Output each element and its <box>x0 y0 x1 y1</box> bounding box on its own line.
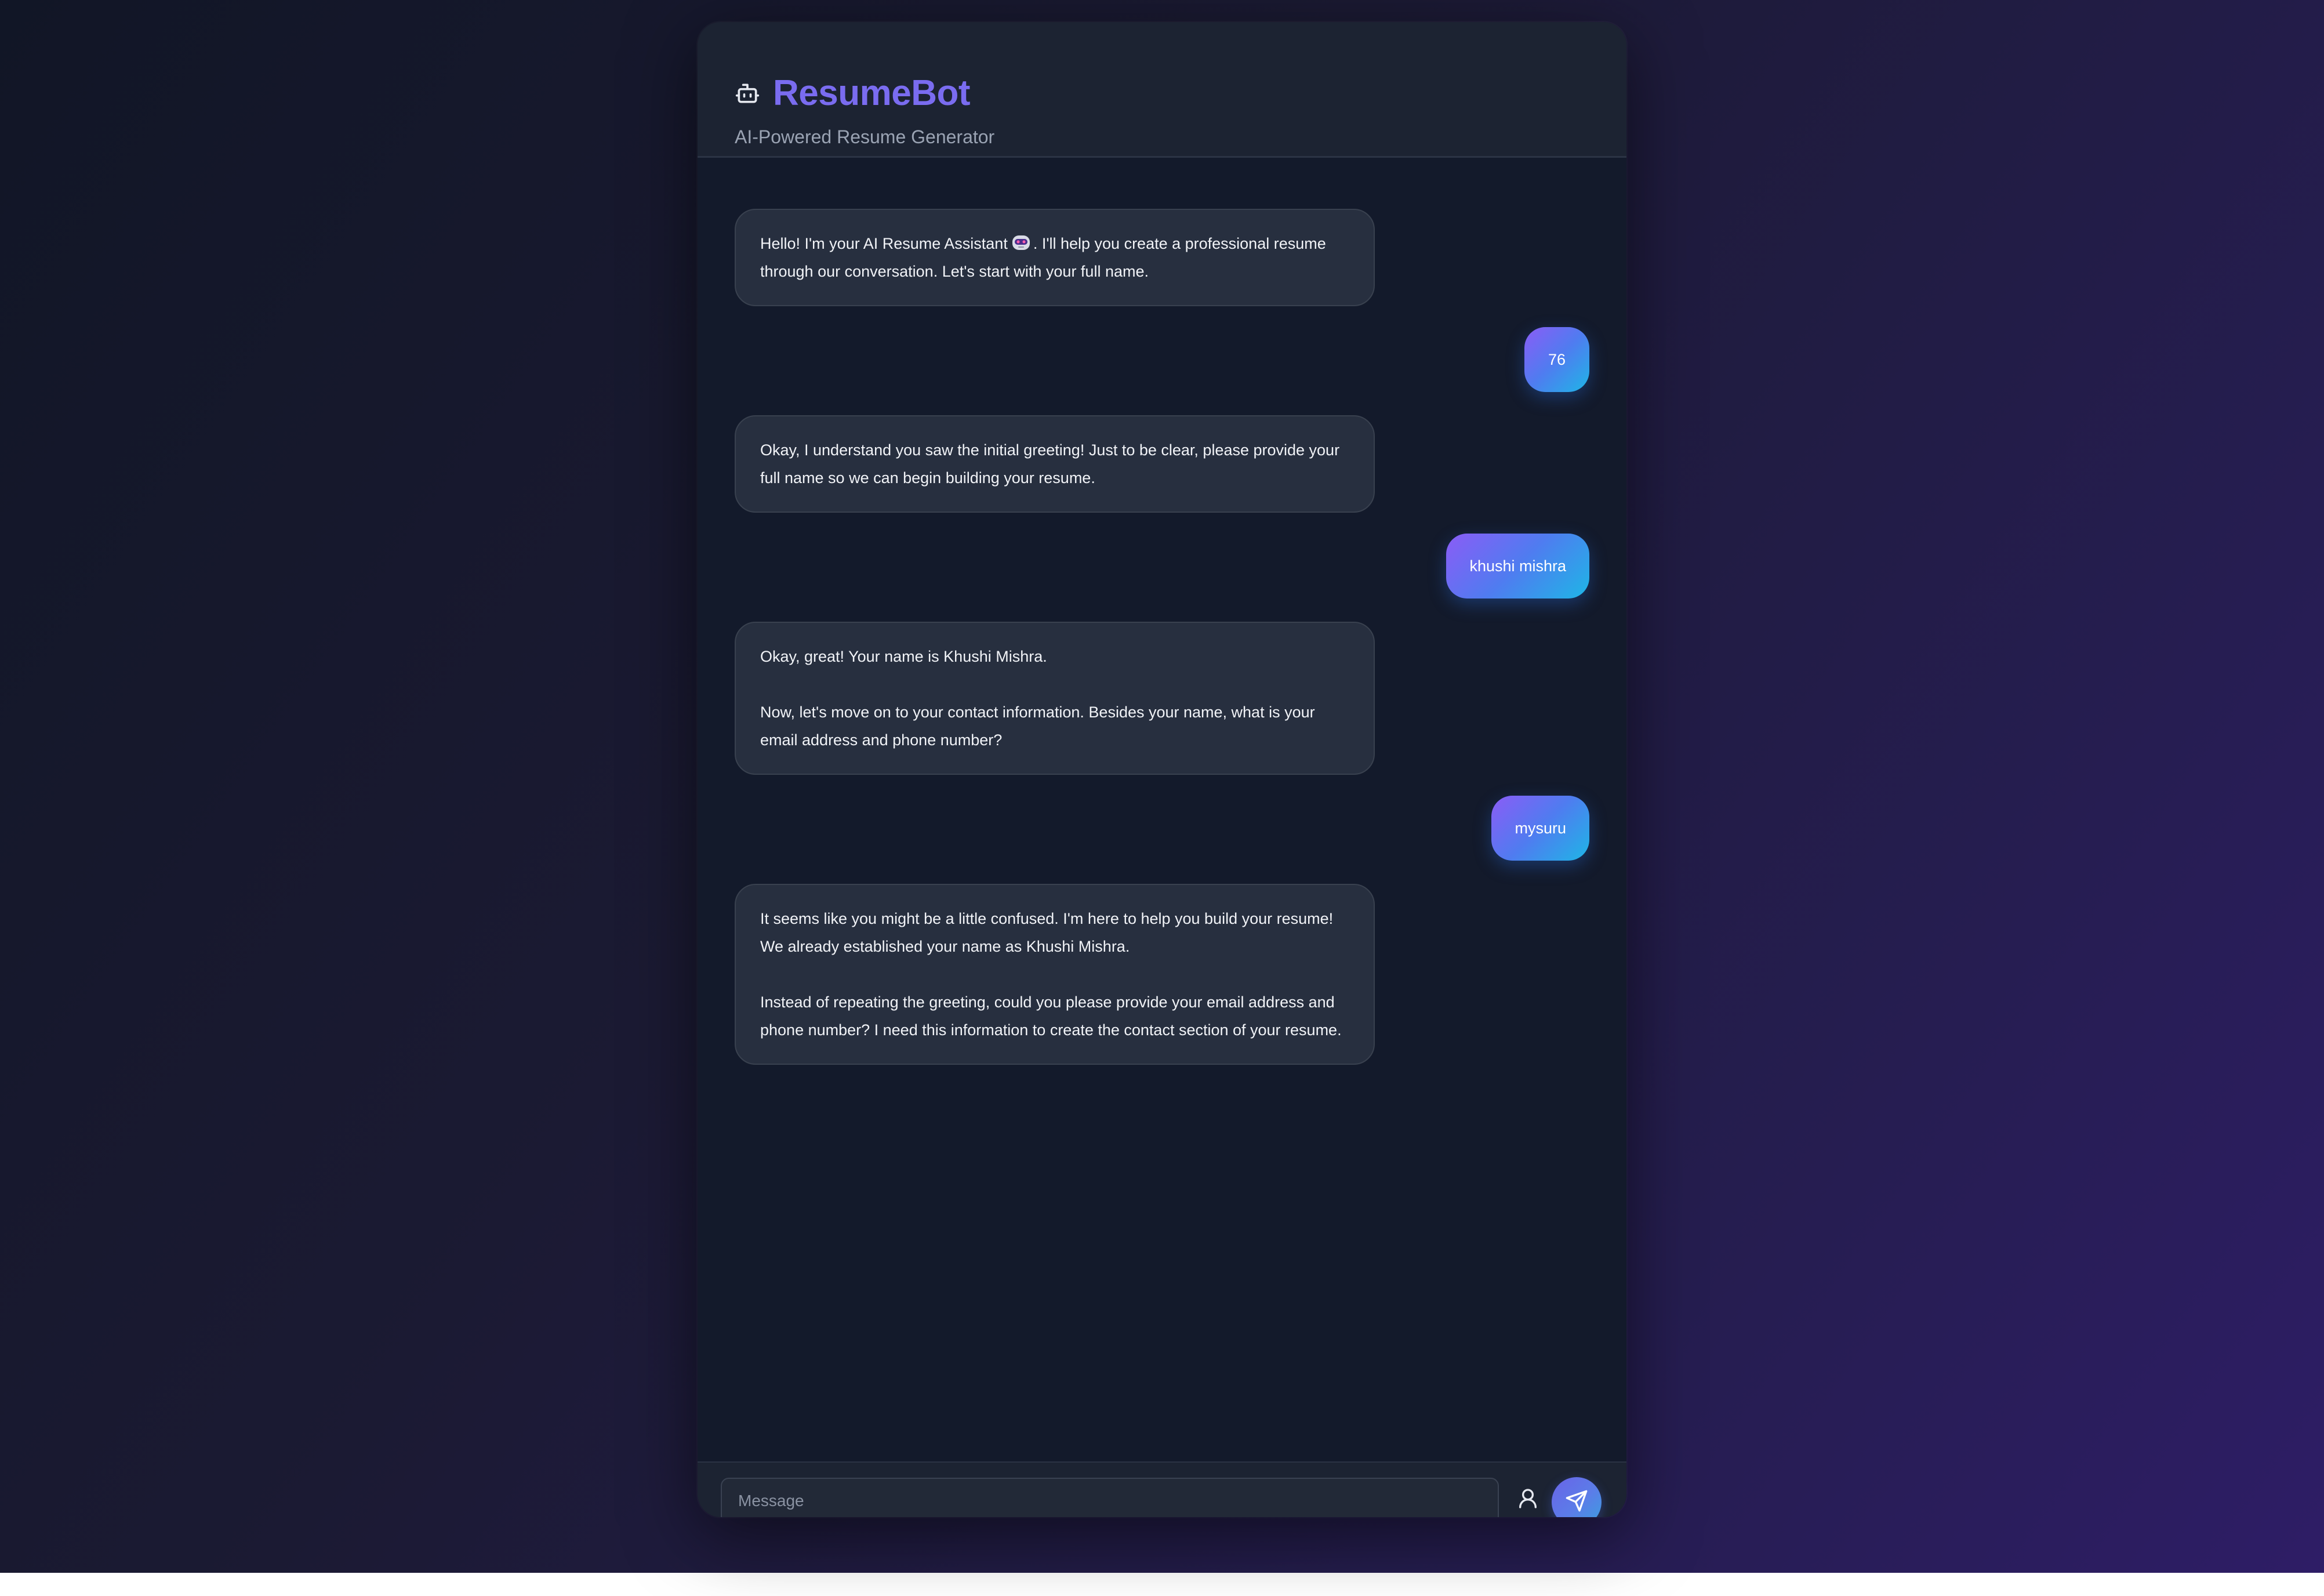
chat-window: ResumeBot AI-Powered Resume Generator He… <box>698 22 1626 1517</box>
message-composer <box>698 1461 1626 1517</box>
bot-message: Hello! I'm your AI Resume Assistant. I'l… <box>735 209 1375 306</box>
message-paragraph: Instead of repeating the greeting, could… <box>760 993 1342 1039</box>
send-button[interactable] <box>1552 1477 1602 1517</box>
user-message: khushi mishra <box>1446 534 1589 598</box>
message-paragraph: Hello! I'm your AI Resume Assistant. I'l… <box>760 230 1349 285</box>
send-icon <box>1565 1489 1588 1515</box>
message-input[interactable] <box>721 1478 1499 1517</box>
message-paragraph: Now, let's move on to your contact infor… <box>760 703 1315 749</box>
app-subtitle: AI-Powered Resume Generator <box>735 126 995 147</box>
bot-message: Okay, great! Your name is Khushi Mishra.… <box>735 622 1375 775</box>
message-paragraph: Okay, I understand you saw the initial g… <box>760 441 1340 487</box>
user-icon <box>1516 1486 1539 1514</box>
user-message: 76 <box>1524 327 1589 392</box>
robot-emoji-icon <box>1011 232 1031 250</box>
profile-button[interactable] <box>1513 1482 1543 1517</box>
message-paragraph: It seems like you might be a little conf… <box>760 910 1334 955</box>
chat-header: ResumeBot AI-Powered Resume Generator <box>698 22 1626 158</box>
message-text: Hello! I'm your AI Resume Assistant <box>760 235 1008 252</box>
message-list: Hello! I'm your AI Resume Assistant. I'l… <box>698 158 1626 1461</box>
app-title: ResumeBot <box>773 73 971 113</box>
bot-message: Okay, I understand you saw the initial g… <box>735 415 1375 513</box>
user-message: mysuru <box>1491 796 1589 861</box>
bot-message: It seems like you might be a little conf… <box>735 884 1375 1065</box>
robot-icon <box>735 81 760 106</box>
brand: ResumeBot <box>735 73 971 113</box>
message-paragraph: Okay, great! Your name is Khushi Mishra. <box>760 648 1047 665</box>
